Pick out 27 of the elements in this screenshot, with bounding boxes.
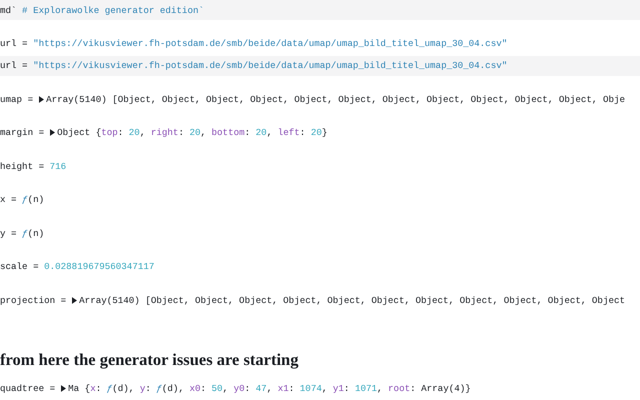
cell-value: Object {top: 20, right: 20, bottom: 20, left: 20} — [57, 127, 328, 138]
expand-triangle-icon[interactable] — [60, 384, 66, 392]
cell-label: height = — [0, 160, 44, 172]
cell-value: # Explorawolke generator edition` — [22, 4, 204, 16]
cell-label: margin = — [0, 127, 44, 138]
cell-value: Ma {x: ƒ(d), y: ƒ(d), x0: 50, y0: 47, x1: 1074, y1: 1071, root: Array(4)} — [68, 382, 471, 394]
cell-label: url = — [0, 60, 28, 71]
cell-value: Array(5140) [Object, Object, Object, Object, Object, Object, Object, Object, Object, Object, Object, Obje — [46, 94, 626, 104]
expand-triangle-icon[interactable] — [50, 129, 55, 136]
cell-label: url = — [0, 38, 28, 49]
cell-value: ƒ(n) — [22, 228, 44, 238]
cell-value: 0.028819679560347117 — [44, 261, 154, 272]
cell-label: projection = — [0, 294, 66, 306]
expand-triangle-icon[interactable] — [72, 296, 77, 304]
expand-triangle-icon[interactable] — [38, 96, 44, 102]
section-heading: from here the generator issues are starting — [0, 349, 298, 371]
cell-value: 716 — [50, 160, 66, 172]
cell-label: md` — [0, 4, 17, 16]
cell-value: Array(5140) [Object, Object, Object, Object, Object, Object, Object, Object, Object, Object, Object — [79, 294, 625, 306]
cell-label: umap = — [0, 94, 34, 104]
cell-label: scale = — [0, 261, 39, 272]
cell-label: x = — [0, 194, 17, 205]
cell-value: "https://vikusviewer.fh-potsdam.de/smb/beide/data/umap/umap_bild_titel_umap_30_04.csv" — [33, 38, 508, 49]
cell-label: y = — [0, 228, 17, 238]
cell-value: "https://vikusviewer.fh-potsdam.de/smb/beide/data/umap/umap_bild_titel_umap_30_04.csv" — [33, 60, 508, 71]
cell-value: ƒ(n) — [22, 194, 44, 205]
cell-label: quadtree = — [0, 382, 56, 394]
